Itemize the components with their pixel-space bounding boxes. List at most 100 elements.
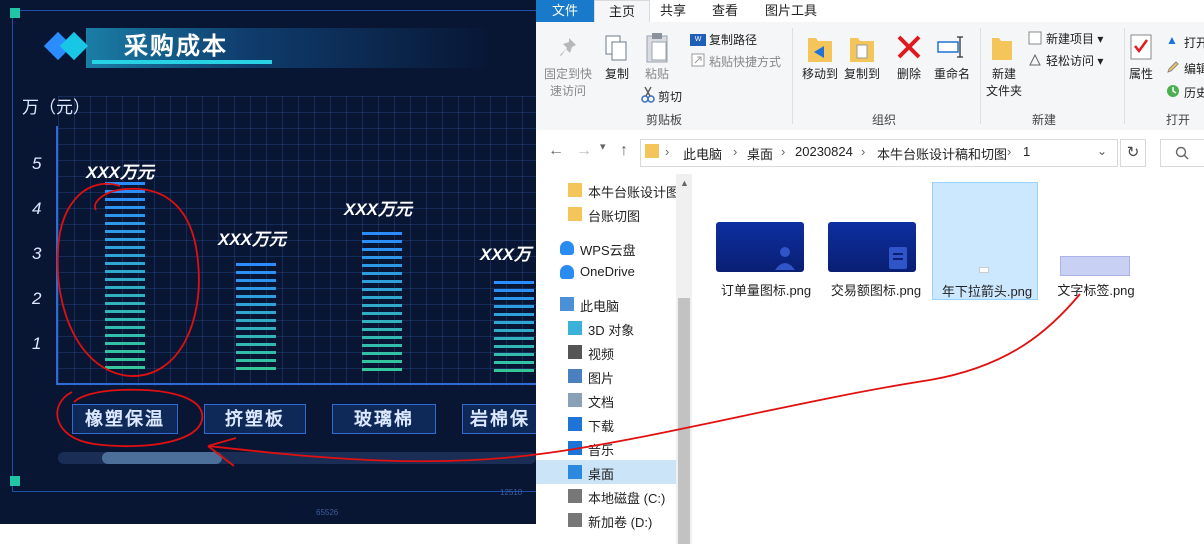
bar [362, 231, 402, 381]
bar-value-label: XXX万 [480, 245, 532, 264]
copy-path-icon: W [690, 34, 706, 46]
file-name: 交易额图标.png [830, 283, 922, 298]
delete-button[interactable]: 删除 [892, 66, 926, 83]
search-box[interactable] [1160, 139, 1204, 167]
y-tick-label: 5 [32, 154, 42, 173]
tab-picture-tools[interactable]: 图片工具 [756, 0, 826, 22]
breadcrumb-separator: › [781, 144, 786, 159]
tree-item[interactable]: 本牛台账设计图 [536, 178, 680, 202]
computer-icon [560, 297, 574, 311]
bar-segment [236, 311, 276, 314]
address-bar[interactable]: › 此电脑 › 桌面 › 20230824 › 本牛台账设计稿和切图 › 1 ⌄ [640, 139, 1118, 167]
breadcrumb-item[interactable]: 20230824 [795, 144, 853, 159]
x-axis-line [56, 383, 536, 385]
copy-icon [605, 35, 627, 61]
bar-segment [105, 238, 145, 241]
breadcrumb-item[interactable]: 此电脑 [683, 144, 722, 163]
tree-item[interactable]: 本地磁盘 (C:) [536, 484, 676, 508]
ribbon: 固定到快 速访问 复制 粘贴 W 复制路径 粘贴快捷方式 剪切 剪贴板 移动到 … [536, 22, 1204, 131]
pin-quick-access-button[interactable]: 固定到快 速访问 [540, 66, 596, 100]
tree-item[interactable]: 视频 [536, 340, 676, 364]
tree-item[interactable]: 此电脑 [536, 292, 676, 316]
bar-segment [105, 262, 145, 265]
group-separator [1124, 28, 1125, 124]
tree-item[interactable]: 图片 [536, 364, 676, 388]
bar-segment [236, 327, 276, 330]
recent-dropdown-icon[interactable]: ▾ [600, 140, 606, 153]
refresh-icon[interactable]: ↻ [1120, 139, 1146, 167]
chart-scrollbar-thumb[interactable] [102, 452, 222, 464]
history-button[interactable]: 历史 [1184, 84, 1204, 101]
properties-button[interactable]: 属性 [1126, 66, 1156, 83]
nav-scrollbar-thumb[interactable] [678, 298, 690, 544]
address-dropdown-icon[interactable]: ⌄ [1097, 144, 1107, 158]
tree-item[interactable]: 新加卷 (D:) [536, 508, 676, 532]
category-tab[interactable]: 橡塑保温 [72, 404, 178, 434]
open-button[interactable]: 打开 [1184, 34, 1204, 51]
bar-segment [362, 279, 402, 283]
category-tab[interactable]: 玻璃棉 [332, 404, 436, 434]
bar-segment [362, 351, 402, 355]
copy-button[interactable]: 复制 [600, 66, 634, 83]
tree-item[interactable]: 桌面 [536, 460, 676, 484]
paste-button[interactable]: 粘贴 [640, 66, 674, 83]
tree-item[interactable]: 音乐 [536, 436, 676, 460]
new-folder-button[interactable]: 新建 文件夹 [982, 66, 1026, 100]
bar-segment [362, 231, 402, 235]
scroll-up-arrow-icon[interactable]: ▲ [680, 178, 689, 188]
bar [236, 263, 276, 380]
move-to-button[interactable]: 移动到 [796, 66, 844, 83]
file-item[interactable]: 交易额图标.png [822, 182, 926, 298]
tab-view[interactable]: 查看 [700, 0, 750, 22]
tree-item[interactable]: 台账切图 [536, 202, 676, 226]
breadcrumb-item[interactable]: 本牛台账设计稿和切图 [877, 144, 1007, 163]
file-item-selected[interactable]: 年下拉箭头.png [932, 182, 1038, 300]
category-tab[interactable]: 挤塑板 [204, 404, 306, 434]
bar-segment [236, 263, 276, 266]
cut-button[interactable]: 剪切 [658, 88, 682, 105]
tree-item[interactable]: 3D 对象 [536, 316, 676, 340]
bar-segment [494, 281, 534, 284]
rename-button[interactable]: 重命名 [930, 66, 974, 83]
image-thumbnail [828, 222, 916, 272]
y-axis-line [56, 126, 58, 384]
edit-button[interactable]: 编辑 [1184, 60, 1204, 77]
tab-share[interactable]: 共享 [648, 0, 698, 22]
tree-item[interactable]: 下载 [536, 412, 676, 436]
category-tab[interactable]: 岩棉保 [462, 404, 536, 434]
corner-decoration [10, 476, 20, 486]
tree-item-label: 文档 [588, 395, 615, 410]
tree-item[interactable]: OneDrive [536, 260, 676, 284]
copy-to-icon [850, 38, 874, 62]
up-arrow-icon[interactable]: ↑ [620, 142, 628, 160]
tree-item-label: 3D 对象 [588, 323, 635, 338]
tree-item[interactable]: 文档 [536, 388, 676, 412]
pin-icon [560, 38, 576, 56]
breadcrumb-item[interactable]: 桌面 [747, 144, 773, 163]
new-item-button[interactable]: 新建项目 ▾ [1046, 30, 1103, 47]
tree-item-label: 本牛台账设计图 [588, 185, 680, 200]
tree-item[interactable]: WPS云盘 [536, 236, 676, 260]
y-tick-label: 2 [32, 289, 42, 308]
copy-path-button[interactable]: 复制路径 [709, 31, 757, 48]
paste-shortcut-button[interactable]: 粘贴快捷方式 [709, 53, 781, 70]
cloud-icon [560, 265, 574, 279]
organize-group-label: 组织 [872, 113, 897, 127]
forward-arrow-icon[interactable]: → [576, 142, 592, 160]
file-item[interactable]: 文字标签.png [1042, 182, 1146, 298]
back-arrow-icon[interactable]: ← [548, 142, 564, 160]
scissors-icon [641, 86, 655, 103]
tab-home[interactable]: 主页 [594, 0, 650, 23]
y-axis-unit: 万（元） [22, 98, 90, 117]
file-item[interactable]: 订单量图标.png [712, 182, 816, 298]
bar-value-label: XXX万元 [86, 163, 155, 182]
copy-to-button[interactable]: 复制到 [838, 66, 886, 83]
breadcrumb-item[interactable]: 1 [1023, 144, 1030, 159]
bar-segment [105, 310, 145, 313]
file-name: 订单量图标.png [720, 283, 812, 298]
drive-icon [568, 513, 582, 527]
easy-access-button[interactable]: 轻松访问 ▾ [1046, 52, 1103, 69]
bar-segment [362, 271, 402, 275]
file-list: 订单量图标.png 交易额图标.png 年下拉箭头.png 文字标签.png [694, 174, 1204, 544]
bar-segment [494, 337, 534, 340]
